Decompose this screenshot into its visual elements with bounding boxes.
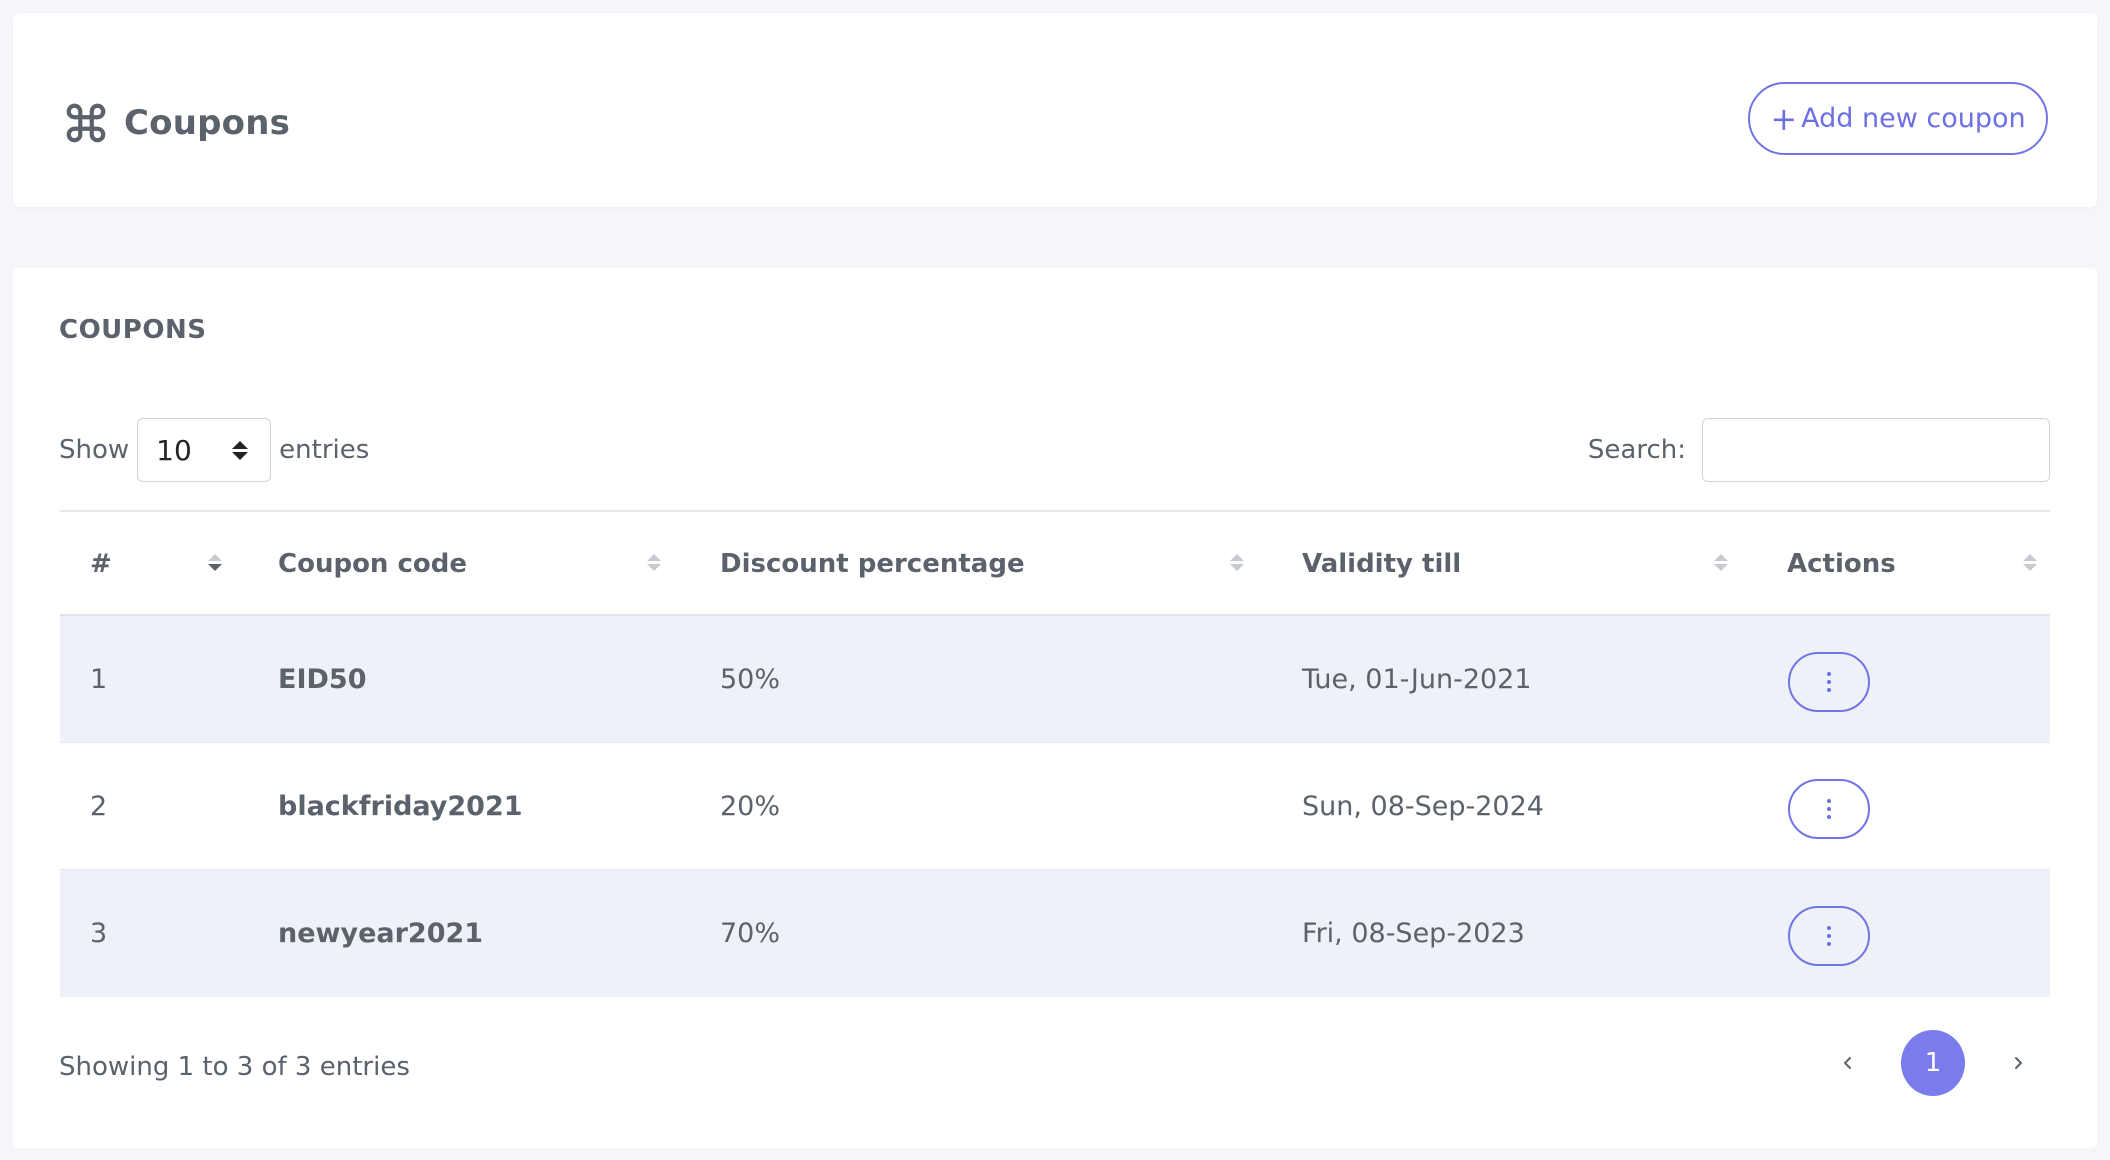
column-header-validity[interactable]: Validity till — [1302, 512, 1461, 616]
column-header-actions[interactable]: Actions — [1787, 512, 1896, 616]
more-vertical-icon — [1827, 672, 1831, 692]
more-vertical-icon — [1827, 799, 1831, 819]
page-title: Coupons — [124, 103, 291, 143]
page: Coupons + Add new coupon COUPONS Show 10… — [0, 0, 2110, 1160]
add-coupon-button[interactable]: + Add new coupon — [1748, 82, 2048, 155]
validity-date: Tue, 01-Jun-2021 — [1302, 664, 1532, 695]
discount-percentage: 70% — [720, 918, 781, 949]
plus-icon: + — [1770, 99, 1798, 138]
coupon-code: blackfriday2021 — [278, 791, 523, 822]
row-index: 1 — [90, 664, 108, 695]
chevron-left-icon[interactable] — [1831, 1046, 1865, 1080]
pagination: 1 — [1831, 1030, 2035, 1096]
row-actions-button[interactable] — [1788, 652, 1870, 712]
sort-icon[interactable] — [2023, 554, 2037, 571]
add-coupon-label: Add new coupon — [1801, 103, 2026, 134]
table-header: # Coupon code Discount percentage Validi… — [60, 512, 2050, 616]
sort-icon[interactable] — [647, 554, 661, 571]
search-label: Search: — [1587, 435, 1686, 465]
search-input[interactable] — [1702, 418, 2050, 482]
column-header-coupon-code[interactable]: Coupon code — [278, 512, 467, 616]
row-index: 3 — [90, 918, 108, 949]
title-wrap: Coupons — [60, 97, 290, 149]
sort-icon[interactable] — [1230, 554, 1244, 571]
table-row: 3 newyear2021 70% Fri, 08-Sep-2023 — [60, 870, 2050, 997]
entries-label: entries — [279, 435, 370, 465]
chevron-right-icon[interactable] — [2001, 1046, 2035, 1080]
more-vertical-icon — [1827, 926, 1831, 946]
coupons-table: # Coupon code Discount percentage Validi… — [60, 510, 2050, 997]
sort-icon[interactable] — [208, 554, 222, 571]
sort-icon[interactable] — [1714, 554, 1728, 571]
validity-date: Sun, 08-Sep-2024 — [1302, 791, 1544, 822]
coupon-code: EID50 — [278, 664, 367, 695]
discount-percentage: 20% — [720, 791, 781, 822]
show-label: Show — [59, 435, 130, 465]
row-index: 2 — [90, 791, 108, 822]
search-control: Search: — [1588, 418, 2050, 482]
row-actions-button[interactable] — [1788, 906, 1870, 966]
entries-select-value: 10 — [156, 433, 192, 467]
select-arrows-icon — [232, 440, 249, 460]
section-title: COUPONS — [59, 315, 207, 345]
coupon-code: newyear2021 — [278, 918, 484, 949]
table-info: Showing 1 to 3 of 3 entries — [59, 1052, 410, 1082]
entries-select[interactable]: 10 — [137, 418, 272, 482]
column-header-discount[interactable]: Discount percentage — [720, 512, 1025, 616]
discount-percentage: 50% — [720, 664, 781, 695]
coupons-card: COUPONS Show 10 entries Search: # Coupon… — [13, 268, 2097, 1148]
row-actions-button[interactable] — [1788, 779, 1870, 839]
validity-date: Fri, 08-Sep-2023 — [1302, 918, 1525, 949]
page-button[interactable]: 1 — [1901, 1030, 1965, 1096]
table-row: 1 EID50 50% Tue, 01-Jun-2021 — [60, 616, 2050, 743]
column-header-index[interactable]: # — [90, 512, 112, 616]
entries-length-control: Show 10 entries — [59, 418, 369, 482]
table-row: 2 blackfriday2021 20% Sun, 08-Sep-2024 — [60, 743, 2050, 870]
page-header: Coupons + Add new coupon — [13, 13, 2097, 207]
command-icon — [60, 97, 112, 149]
